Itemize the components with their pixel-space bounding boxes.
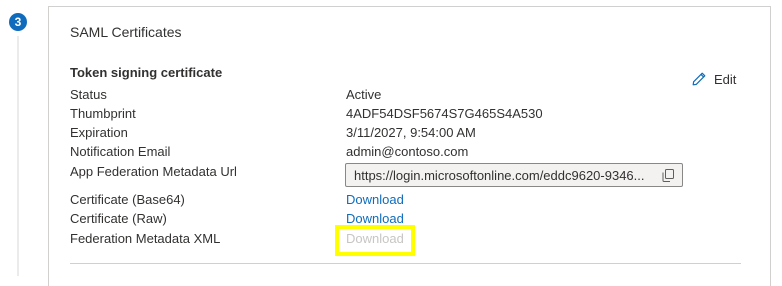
expiration-label: Expiration	[70, 125, 128, 140]
certificate-base64-row: Certificate (Base64) Download	[70, 192, 730, 210]
step-number-badge: 3	[9, 13, 27, 31]
download-base64-link[interactable]: Download	[346, 192, 404, 207]
notification-email-label: Notification Email	[70, 144, 171, 159]
token-signing-heading: Token signing certificate	[70, 65, 223, 80]
thumbprint-row: Thumbprint 4ADF54DSF5674S7G465S4A530	[70, 106, 730, 124]
metadata-url-field[interactable]: https://login.microsoftonline.com/eddc96…	[345, 163, 683, 187]
edit-button[interactable]: Edit	[691, 71, 736, 87]
divider	[70, 263, 741, 264]
pencil-icon	[691, 71, 707, 87]
status-row: Status Active	[70, 87, 730, 105]
certificate-raw-label: Certificate (Raw)	[70, 211, 167, 226]
federation-metadata-label: Federation Metadata XML	[70, 231, 221, 246]
copy-icon[interactable]	[660, 167, 676, 183]
step-number: 3	[14, 15, 22, 29]
notification-email-row: Notification Email admin@contoso.com	[70, 144, 730, 162]
certificate-base64-label: Certificate (Base64)	[70, 192, 185, 207]
edit-label: Edit	[714, 71, 737, 87]
status-value: Active	[346, 87, 382, 102]
download-raw-link[interactable]: Download	[346, 211, 404, 226]
step-connector-line	[17, 36, 19, 276]
metadata-url-label: App Federation Metadata Url	[70, 164, 237, 179]
saml-certificates-card: SAML Certificates Edit Token signing cer…	[48, 6, 771, 286]
thumbprint-label: Thumbprint	[70, 106, 136, 121]
expiration-row: Expiration 3/11/2027, 9:54:00 AM	[70, 125, 730, 143]
notification-email-value: admin@contoso.com	[346, 144, 469, 159]
download-federation-metadata-link[interactable]: Download	[346, 231, 404, 246]
status-label: Status	[70, 87, 107, 102]
card-title: SAML Certificates	[70, 24, 182, 40]
expiration-value: 3/11/2027, 9:54:00 AM	[346, 125, 476, 140]
metadata-url-value[interactable]: https://login.microsoftonline.com/eddc96…	[354, 168, 654, 183]
thumbprint-value: 4ADF54DSF5674S7G465S4A530	[346, 106, 543, 121]
